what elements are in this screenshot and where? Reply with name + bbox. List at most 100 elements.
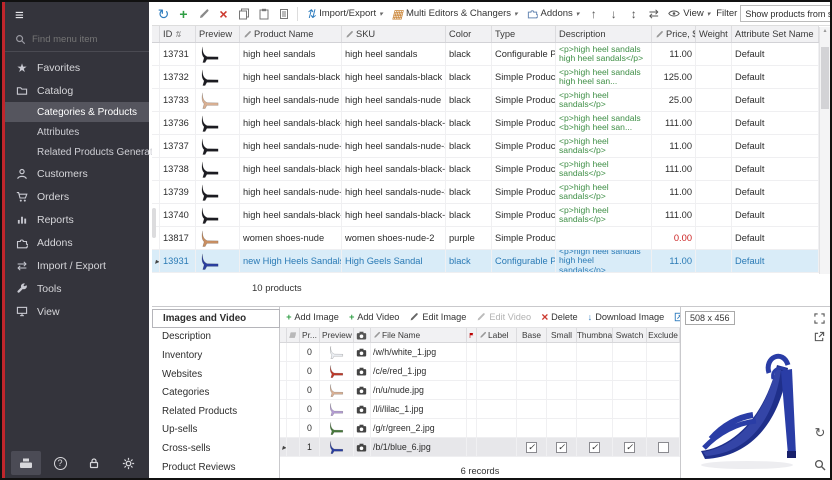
col-file-name[interactable]: File Name xyxy=(371,328,467,342)
col-color[interactable]: Color xyxy=(446,26,492,42)
thumbnail-checkbox[interactable]: ✓ xyxy=(589,442,600,453)
detail-tab[interactable]: Websites xyxy=(152,365,279,384)
detail-tab[interactable]: Up-sells xyxy=(152,421,279,440)
set-resize-rule-button[interactable]: Set Resize Rule ▾ xyxy=(671,310,680,324)
sidebar-item-view[interactable]: View xyxy=(5,300,149,323)
small-checkbox[interactable]: ✓ xyxy=(556,442,567,453)
product-row[interactable]: ▸ 13738 high heel sandals-black-37 high … xyxy=(152,158,819,181)
product-attribute-set-cell: Default xyxy=(732,112,819,134)
detail-tab[interactable]: Cross-sells xyxy=(152,439,279,458)
media-row[interactable]: ▸ 0 /g/r/green_2.jpg xyxy=(280,419,680,438)
col-label[interactable]: Label xyxy=(477,328,517,342)
detail-tab[interactable]: Description xyxy=(152,328,279,347)
zoom-icon[interactable] xyxy=(813,458,827,472)
lock-button[interactable] xyxy=(79,451,109,475)
pos-button[interactable] xyxy=(11,451,41,475)
sidebar-search[interactable] xyxy=(5,28,149,52)
col-sku[interactable]: SKU xyxy=(342,26,446,42)
col-base[interactable]: Base xyxy=(517,328,547,342)
refresh-button[interactable]: ↻ xyxy=(155,5,172,22)
col-price[interactable]: Price, $ xyxy=(652,26,696,42)
sort-descending-button[interactable]: ↓ xyxy=(605,5,622,22)
col-position[interactable]: Pr... xyxy=(300,328,320,342)
col-exclude[interactable]: Exclude xyxy=(647,328,680,342)
scrollbar-thumb[interactable] xyxy=(821,47,829,109)
media-row[interactable]: ▸ 0 /w/h/white_1.jpg xyxy=(280,343,680,362)
product-row[interactable]: ▸ 13739 high heel sandals-nude-37 high h… xyxy=(152,181,819,204)
settings-button[interactable] xyxy=(113,451,143,475)
sidebar-item-orders[interactable]: Orders xyxy=(5,185,149,208)
export-document-button[interactable] xyxy=(275,5,292,22)
delete-image-button[interactable]: × Delete xyxy=(538,309,581,325)
download-image-button[interactable]: ↓ Download Image xyxy=(585,310,668,324)
media-row[interactable]: ▸ 0 /l/i/lilac_1.jpg xyxy=(280,400,680,419)
edit-product-button[interactable] xyxy=(195,5,212,22)
fullscreen-icon[interactable] xyxy=(812,311,826,325)
detail-tab[interactable]: Images and Video xyxy=(152,309,280,328)
product-row[interactable]: ▸ 13817 women shoes-nude women shoes-nud… xyxy=(152,227,819,250)
copy-button[interactable] xyxy=(235,5,252,22)
product-row[interactable]: ▸ 13737 high heel sandals-nude-36 high h… xyxy=(152,135,819,158)
fit-columns-button[interactable]: ⇄ xyxy=(645,5,662,22)
product-row[interactable]: ▸ 13732 high heel sandals-black high hee… xyxy=(152,66,819,89)
col-attribute-set[interactable]: Attribute Set Name xyxy=(732,26,819,42)
detail-tab[interactable]: Inventory xyxy=(152,346,279,365)
col-thumbnail[interactable]: Thumbna xyxy=(577,328,613,342)
open-external-icon[interactable] xyxy=(812,329,826,343)
col-id[interactable]: ID⇅ xyxy=(160,26,196,42)
scroll-up-icon[interactable]: ▴ xyxy=(820,27,830,36)
col-product-name[interactable]: Product Name xyxy=(240,26,342,42)
menu-icon[interactable]: ≡ xyxy=(15,7,24,24)
sidebar-item-customers[interactable]: Customers xyxy=(5,162,149,185)
view-menu[interactable]: View ▾ xyxy=(665,6,713,21)
exclude-checkbox[interactable]: ✓ xyxy=(658,442,669,453)
col-swatch[interactable]: Swatch xyxy=(613,328,647,342)
delete-product-button[interactable]: × xyxy=(215,5,232,22)
filter-select[interactable]: Show products from selected categories ▾ xyxy=(740,5,830,22)
sidebar-item-related-products-generator[interactable]: Related Products Generator xyxy=(5,142,149,162)
fit-rows-button[interactable]: ↕ xyxy=(625,5,642,22)
col-description[interactable]: Description xyxy=(556,26,652,42)
base-checkbox[interactable]: ✓ xyxy=(526,442,537,453)
search-input[interactable] xyxy=(32,34,132,45)
help-button[interactable]: ? xyxy=(45,451,75,475)
product-row[interactable]: ▸ 13736 high heel sandals-black-36 high … xyxy=(152,112,819,135)
sidebar-item-tools[interactable]: Tools xyxy=(5,277,149,300)
multi-editors-menu[interactable]: ▦ Multi Editors & Changers ▾ xyxy=(389,6,521,22)
splitter-handle[interactable] xyxy=(152,208,156,238)
rotate-icon[interactable]: ↻ xyxy=(813,426,827,440)
detail-tab[interactable]: Product Reviews xyxy=(152,458,279,477)
add-product-button[interactable]: + xyxy=(175,5,192,22)
swatch-checkbox[interactable]: ✓ xyxy=(624,442,635,453)
media-row[interactable]: ▸ 1 /b/1/blue_6.jpg xyxy=(280,438,680,457)
edit-image-button[interactable]: Edit Image xyxy=(406,310,469,324)
sidebar-item-catalog[interactable]: Catalog xyxy=(5,79,149,102)
sidebar-item-addons[interactable]: Addons xyxy=(5,231,149,254)
media-row[interactable]: ▸ 0 /c/e/red_1.jpg xyxy=(280,362,680,381)
import-export-menu[interactable]: ⇅ Import/Export ▾ xyxy=(303,6,386,22)
col-preview[interactable]: Preview xyxy=(196,26,240,42)
addons-menu[interactable]: Addons ▾ xyxy=(524,6,583,21)
select-all-icon[interactable]: ▦ xyxy=(287,328,300,342)
sidebar-item-categories-products[interactable]: Categories & Products xyxy=(5,102,149,122)
detail-tab[interactable]: Categories xyxy=(152,383,279,402)
product-row[interactable]: ▸ 13931 new High Heels Sandals High Geel… xyxy=(152,250,819,273)
detail-tab[interactable]: Related Products xyxy=(152,402,279,421)
media-row[interactable]: ▸ 0 /n/u/nude.jpg xyxy=(280,381,680,400)
product-row[interactable]: ▸ 13733 high heel sandals-nude high heel… xyxy=(152,89,819,112)
add-image-button[interactable]: + Add Image xyxy=(283,310,342,324)
col-preview[interactable]: Preview xyxy=(320,328,354,342)
grid-scrollbar[interactable]: ▴ xyxy=(819,27,830,274)
product-row[interactable]: ▸ 13731 high heel sandals high heel sand… xyxy=(152,43,819,66)
col-small[interactable]: Small xyxy=(547,328,577,342)
col-type[interactable]: Type xyxy=(492,26,556,42)
sidebar-item-import-export[interactable]: ⇄ Import / Export xyxy=(5,254,149,277)
col-weight[interactable]: Weight xyxy=(696,26,732,42)
paste-button[interactable] xyxy=(255,5,272,22)
sidebar-item-favorites[interactable]: ★ Favorites xyxy=(5,56,149,79)
sidebar-item-attributes[interactable]: Attributes xyxy=(5,122,149,142)
sidebar-item-reports[interactable]: Reports xyxy=(5,208,149,231)
sort-ascending-button[interactable]: ↑ xyxy=(585,5,602,22)
product-row[interactable]: ▸ 13740 high heel sandals-black-38 high … xyxy=(152,204,819,227)
add-video-button[interactable]: + Add Video xyxy=(346,310,403,324)
